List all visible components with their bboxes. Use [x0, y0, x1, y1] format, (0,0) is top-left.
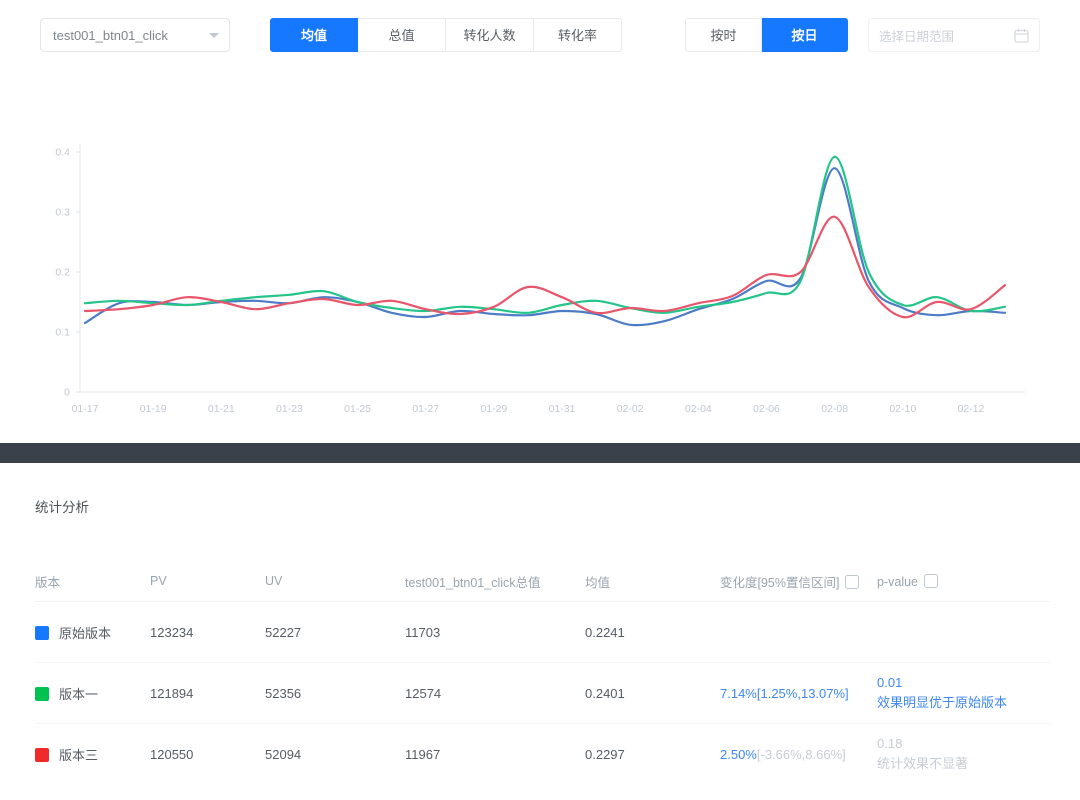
table-row: 版本三 120550 52094 11967 0.2297 2.50%[-3.66%,8.…: [35, 724, 1050, 785]
version-label: 原始版本: [59, 625, 112, 641]
y-tick-label: 0.3: [55, 207, 70, 219]
pv-cell: 123234: [150, 601, 265, 663]
uv-cell: 52094: [265, 746, 302, 762]
change-cell: [720, 601, 877, 663]
total-cell: 12574: [405, 662, 585, 724]
y-tick-label: 0: [64, 387, 70, 399]
column-header-5: 均值: [585, 561, 720, 602]
version-label: 版本三: [59, 747, 99, 763]
version-color-swatch: [35, 625, 49, 640]
uv-cell: 52227: [265, 601, 405, 663]
y-tick-label: 0.1: [55, 327, 70, 339]
metric-tab-4[interactable]: 转化率: [534, 18, 622, 52]
version-color-swatch: [35, 686, 49, 701]
metric-select-value: test001_btn01_click: [53, 27, 168, 43]
version-cell: 版本一: [35, 662, 150, 724]
pv-cell: 120550: [150, 746, 194, 762]
metric-line-chart: 0 0.1 0.2 0.3 0.4 01-17 01-19 01-21 01-23 01-25 01…: [0, 90, 1080, 435]
x-tick-label: 02-04: [685, 403, 712, 415]
column-header-3: UV: [265, 561, 405, 602]
total-cell: 11967: [405, 746, 441, 762]
y-tick-label: 0.2: [55, 267, 70, 279]
metric-select[interactable]: test001_btn01_click: [40, 18, 230, 52]
x-tick-label: 01-29: [480, 403, 507, 415]
granularity-tab-1[interactable]: 按时: [685, 18, 762, 52]
x-tick-label: 01-19: [140, 403, 167, 415]
column-header-4: test001_btn01_click总值: [405, 561, 585, 602]
date-range-input[interactable]: 选择日期范围: [868, 18, 1040, 52]
y-tick-label: 0.4: [55, 147, 70, 159]
x-tick-label: 01-17: [72, 403, 99, 415]
x-tick-label: 02-12: [957, 403, 984, 415]
ab-test-dashboard: test001_btn01_click 均值 总值 转化人数 转化率 按时 按日 选择日…: [0, 0, 1080, 800]
metric-tab-1[interactable]: 均值: [270, 18, 358, 52]
granularity-tab-group: 按时 按日: [685, 18, 848, 52]
pv-cell: 121894: [150, 662, 265, 724]
x-tick-label: 02-02: [617, 403, 644, 415]
metric-tab-group: 均值 总值 转化人数 转化率: [270, 18, 622, 52]
mean-cell: 0.2297: [585, 746, 625, 762]
pvalue-cell: 0.18 统计效果不显著: [877, 736, 969, 771]
info-icon[interactable]: [845, 574, 860, 589]
granularity-tab-2[interactable]: 按日: [762, 18, 848, 52]
x-tick-label: 01-31: [549, 403, 576, 415]
statistics-title: 统计分析: [35, 500, 89, 515]
x-tick-label: 02-06: [753, 403, 780, 415]
column-header-2: PV: [150, 561, 265, 602]
statistics-section: 统计分析 版本 PV UV test001_btn01_click总值 均值 变化度[95…: [0, 463, 1080, 800]
x-tick-label: 01-27: [412, 403, 439, 415]
calendar-icon: [1014, 28, 1029, 43]
column-header-1: 版本: [35, 561, 150, 602]
column-header-7: p-value: [877, 561, 1050, 602]
info-icon[interactable]: [924, 573, 938, 588]
line-chart-canvas: 0 0.1 0.2 0.3 0.4 01-17 01-19 01-21 01-23 01-25 01…: [55, 144, 1025, 415]
pvalue-cell: 0.01 效果明显优于原始版本: [877, 662, 1050, 724]
column-header-6: 变化度[95%置信区间]: [720, 561, 877, 602]
version-cell: 版本三: [35, 724, 150, 785]
metric-tab-2[interactable]: 总值: [358, 18, 446, 52]
statistics-table: 版本 PV UV test001_btn01_click总值 均值 变化度[95%置信区间…: [35, 561, 1050, 784]
section-divider-band: [0, 443, 1080, 463]
version-label: 版本一: [59, 686, 99, 702]
table-body: 原始版本 123234 52227 11703 0.2241 版本一 121894 52356…: [35, 601, 1050, 785]
table-row: 版本一 121894 52356 12574 0.2401 7.14%[1.25%,13.…: [35, 662, 1050, 724]
total-cell: 11703: [405, 601, 585, 663]
x-tick-label: 01-21: [208, 403, 235, 415]
uv-cell: 52356: [265, 662, 405, 724]
x-tick-label: 02-10: [889, 403, 916, 415]
pvalue-cell: [877, 601, 1050, 663]
mean-cell: 0.2401: [585, 662, 720, 724]
version-cell: 原始版本: [35, 601, 150, 663]
mean-cell: 0.2241: [585, 601, 720, 663]
change-cell: 7.14%[1.25%,13.07%]: [720, 662, 877, 724]
x-tick-label: 01-23: [276, 403, 303, 415]
chevron-down-icon: [209, 32, 219, 38]
version-color-swatch: [35, 747, 49, 762]
table-row: 原始版本 123234 52227 11703 0.2241: [35, 601, 1050, 663]
date-range-placeholder: 选择日期范围: [879, 29, 955, 44]
table-header-row: 版本 PV UV test001_btn01_click总值 均值 变化度[95%置信区间…: [35, 561, 1050, 602]
x-tick-label: 01-25: [344, 403, 371, 415]
x-tick-label: 02-08: [821, 403, 848, 415]
change-cell: 2.50%[-3.66%,8.66%]: [720, 746, 846, 762]
metric-tab-3[interactable]: 转化人数: [446, 18, 534, 52]
